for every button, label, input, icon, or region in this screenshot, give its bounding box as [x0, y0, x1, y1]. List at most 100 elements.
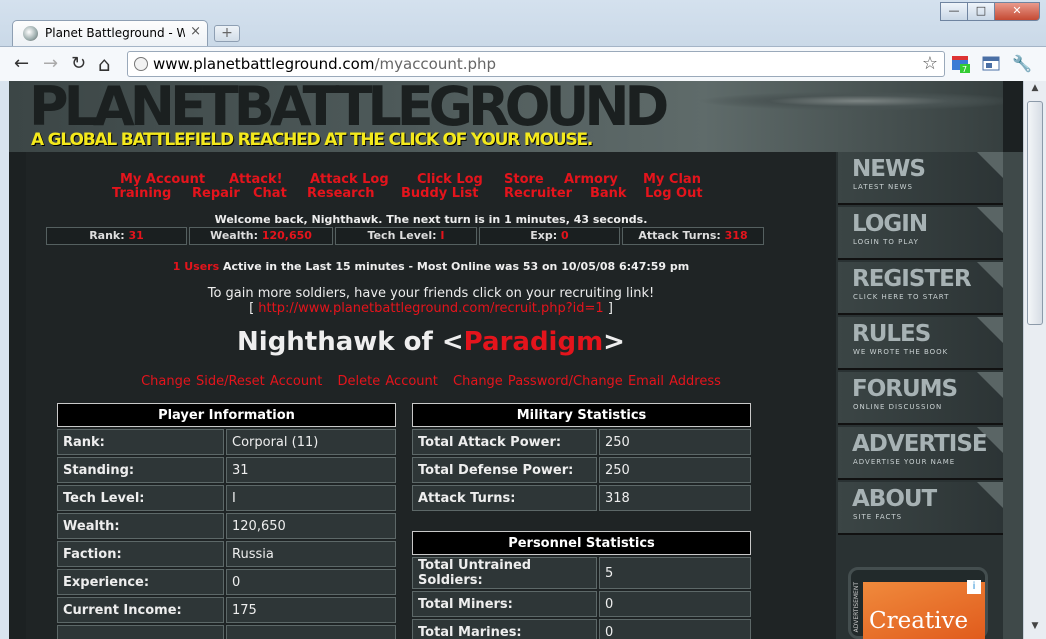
table-key: Total Attack Power:: [412, 429, 597, 455]
nav-attack[interactable]: Attack!: [229, 172, 283, 187]
recruit-link[interactable]: http://www.planetbattleground.com/recrui…: [258, 301, 603, 316]
extension-icon[interactable]: 7: [951, 54, 971, 74]
sidebar-item-sublabel: Online Discussion: [853, 403, 943, 411]
status-bar: Rank: 31 Wealth: 120,650 Tech Level: I E…: [46, 227, 764, 245]
home-button[interactable]: ⌂: [98, 54, 111, 74]
table-key: Faction:: [57, 541, 224, 567]
table-key: Attack Turns:: [412, 485, 597, 511]
back-button[interactable]: ←: [14, 54, 29, 74]
minimize-button[interactable]: —: [940, 2, 967, 21]
window-controls: — □ ✕: [940, 2, 1040, 21]
new-tab-button[interactable]: +: [214, 25, 240, 42]
sidebar-item-advertise[interactable]: ADVERTISE Advertise Your Name: [838, 427, 1003, 480]
bookmark-star-icon[interactable]: ☆: [922, 52, 938, 76]
player-info-table: Player Information Rank: Corporal (11) St…: [55, 401, 398, 639]
change-side-link[interactable]: Change Side/Reset Account: [141, 374, 322, 389]
player-info-title: Player Information: [57, 403, 396, 427]
sidebar-item-sublabel: Advertise Your Name: [853, 458, 956, 466]
personnel-stats-table: Personnel Statistics Total Untrained Sol…: [410, 529, 753, 639]
url-host: www.planetbattleground.com: [153, 55, 375, 73]
nav-log-out[interactable]: Log Out: [645, 186, 703, 201]
table-key: Standing:: [57, 457, 224, 483]
nav-chat[interactable]: Chat: [253, 186, 287, 201]
nav-store[interactable]: Store: [504, 172, 544, 187]
nav-click-log[interactable]: Click Log: [417, 172, 483, 187]
stat-tech-label: Tech Level:: [367, 229, 437, 242]
browser-tab[interactable]: Planet Battleground - Worl ×: [12, 20, 208, 46]
sidebar-item-register[interactable]: REGISTER Click Here to Start: [838, 262, 1003, 315]
corner-decoration: [977, 262, 1003, 288]
sidebar-item-news[interactable]: NEWS Latest News: [838, 152, 1003, 205]
stat-tech: Tech Level: I: [335, 227, 477, 245]
military-stats-table: Military Statistics Total Attack Power: 2…: [410, 401, 753, 513]
sidebar-item-rules[interactable]: RULES We Wrote the Book: [838, 317, 1003, 370]
vertical-scrollbar[interactable]: ▲ ▼: [1023, 81, 1046, 639]
web-page: PLANETBATTLEGROUND A GLOBAL BATTLEFIELD …: [0, 81, 1023, 639]
wrench-icon[interactable]: 🔧: [1012, 54, 1032, 74]
table-key: Total Miners:: [412, 591, 597, 617]
browser-chrome: Planet Battleground - Worl × + — □ ✕ ← →…: [0, 0, 1046, 81]
nav-my-account[interactable]: My Account: [120, 172, 205, 187]
maximize-button[interactable]: □: [967, 2, 994, 21]
reload-button[interactable]: ↻: [71, 54, 86, 74]
stat-tech-value: I: [440, 229, 445, 242]
welcome-message: Welcome back, Nighthawk. The next turn i…: [214, 213, 648, 226]
nav-training[interactable]: Training: [112, 186, 171, 201]
table-row: Wealth: 120,650: [57, 513, 396, 539]
sidebar-item-label: LOGIN: [852, 211, 928, 237]
nav-buddy-list[interactable]: Buddy List: [401, 186, 478, 201]
nav-repair[interactable]: Repair: [192, 186, 240, 201]
sidebar-item-forums[interactable]: FORUMS Online Discussion: [838, 372, 1003, 425]
nav-my-clan[interactable]: My Clan: [643, 172, 701, 187]
sidebar-item-about[interactable]: ABOUT Site Facts: [838, 482, 1003, 535]
scroll-thumb[interactable]: [1027, 101, 1043, 325]
stat-exp: Exp: 0: [479, 227, 620, 245]
close-window-button[interactable]: ✕: [994, 2, 1040, 21]
table-value: 0: [599, 619, 751, 639]
table-key: Experience:: [57, 569, 224, 595]
recruit-text: To gain more soldiers, have your friends…: [207, 286, 655, 301]
stat-wealth-value: 120,650: [261, 229, 312, 242]
address-bar[interactable]: www.planetbattleground.com/myaccount.php…: [127, 51, 945, 77]
table-row: [57, 625, 396, 639]
forward-button[interactable]: →: [43, 54, 58, 74]
change-password-link[interactable]: Change Password/Change Email Address: [453, 374, 721, 389]
table-value: 318: [599, 485, 751, 511]
url-path: /myaccount.php: [374, 55, 497, 73]
recruit-bracket-open: [: [249, 301, 259, 316]
table-key: Total Marines:: [412, 619, 597, 639]
table-key: [57, 625, 224, 639]
ad-info-icon[interactable]: i: [967, 580, 981, 594]
advertisement[interactable]: ADVERTISEMENT Creative i: [848, 567, 988, 639]
nav-research[interactable]: Research: [307, 186, 375, 201]
table-row: Experience: 0: [57, 569, 396, 595]
sidebar-item-sublabel: Login to Play: [853, 238, 919, 246]
table-row: Current Income: 175: [57, 597, 396, 623]
sidebar-item-login[interactable]: LOGIN Login to Play: [838, 207, 1003, 260]
nav-bank[interactable]: Bank: [590, 186, 627, 201]
stat-wealth: Wealth: 120,650: [189, 227, 333, 245]
sidebar-item-label: NEWS: [852, 156, 926, 182]
online-count: 1 Users: [172, 260, 220, 273]
sidebar-item-sublabel: Latest News: [853, 183, 913, 191]
sidebar-item-label: RULES: [852, 321, 931, 347]
tab-close-icon[interactable]: ×: [190, 24, 201, 39]
page-icon: [134, 57, 148, 71]
corner-decoration: [977, 207, 1003, 233]
table-row: Total Miners: 0: [412, 591, 751, 617]
clan-name-link[interactable]: Paradigm: [464, 327, 604, 357]
nav-attack-log[interactable]: Attack Log: [310, 172, 389, 187]
table-value: 250: [599, 457, 751, 483]
table-key: Current Income:: [57, 597, 224, 623]
corner-decoration: [977, 482, 1003, 508]
recruit-bracket-close: ]: [603, 301, 613, 316]
sidebar-item-sublabel: We Wrote the Book: [853, 348, 949, 356]
table-value: Russia: [226, 541, 396, 567]
nav-recruiter[interactable]: Recruiter: [504, 186, 572, 201]
stat-turns: Attack Turns: 318: [622, 227, 764, 245]
delete-account-link[interactable]: Delete Account: [338, 374, 438, 389]
scroll-up-icon[interactable]: ▲: [1026, 83, 1044, 99]
page-menu-icon[interactable]: [981, 54, 1001, 74]
scroll-down-icon[interactable]: ▼: [1026, 621, 1044, 637]
nav-armory[interactable]: Armory: [564, 172, 618, 187]
